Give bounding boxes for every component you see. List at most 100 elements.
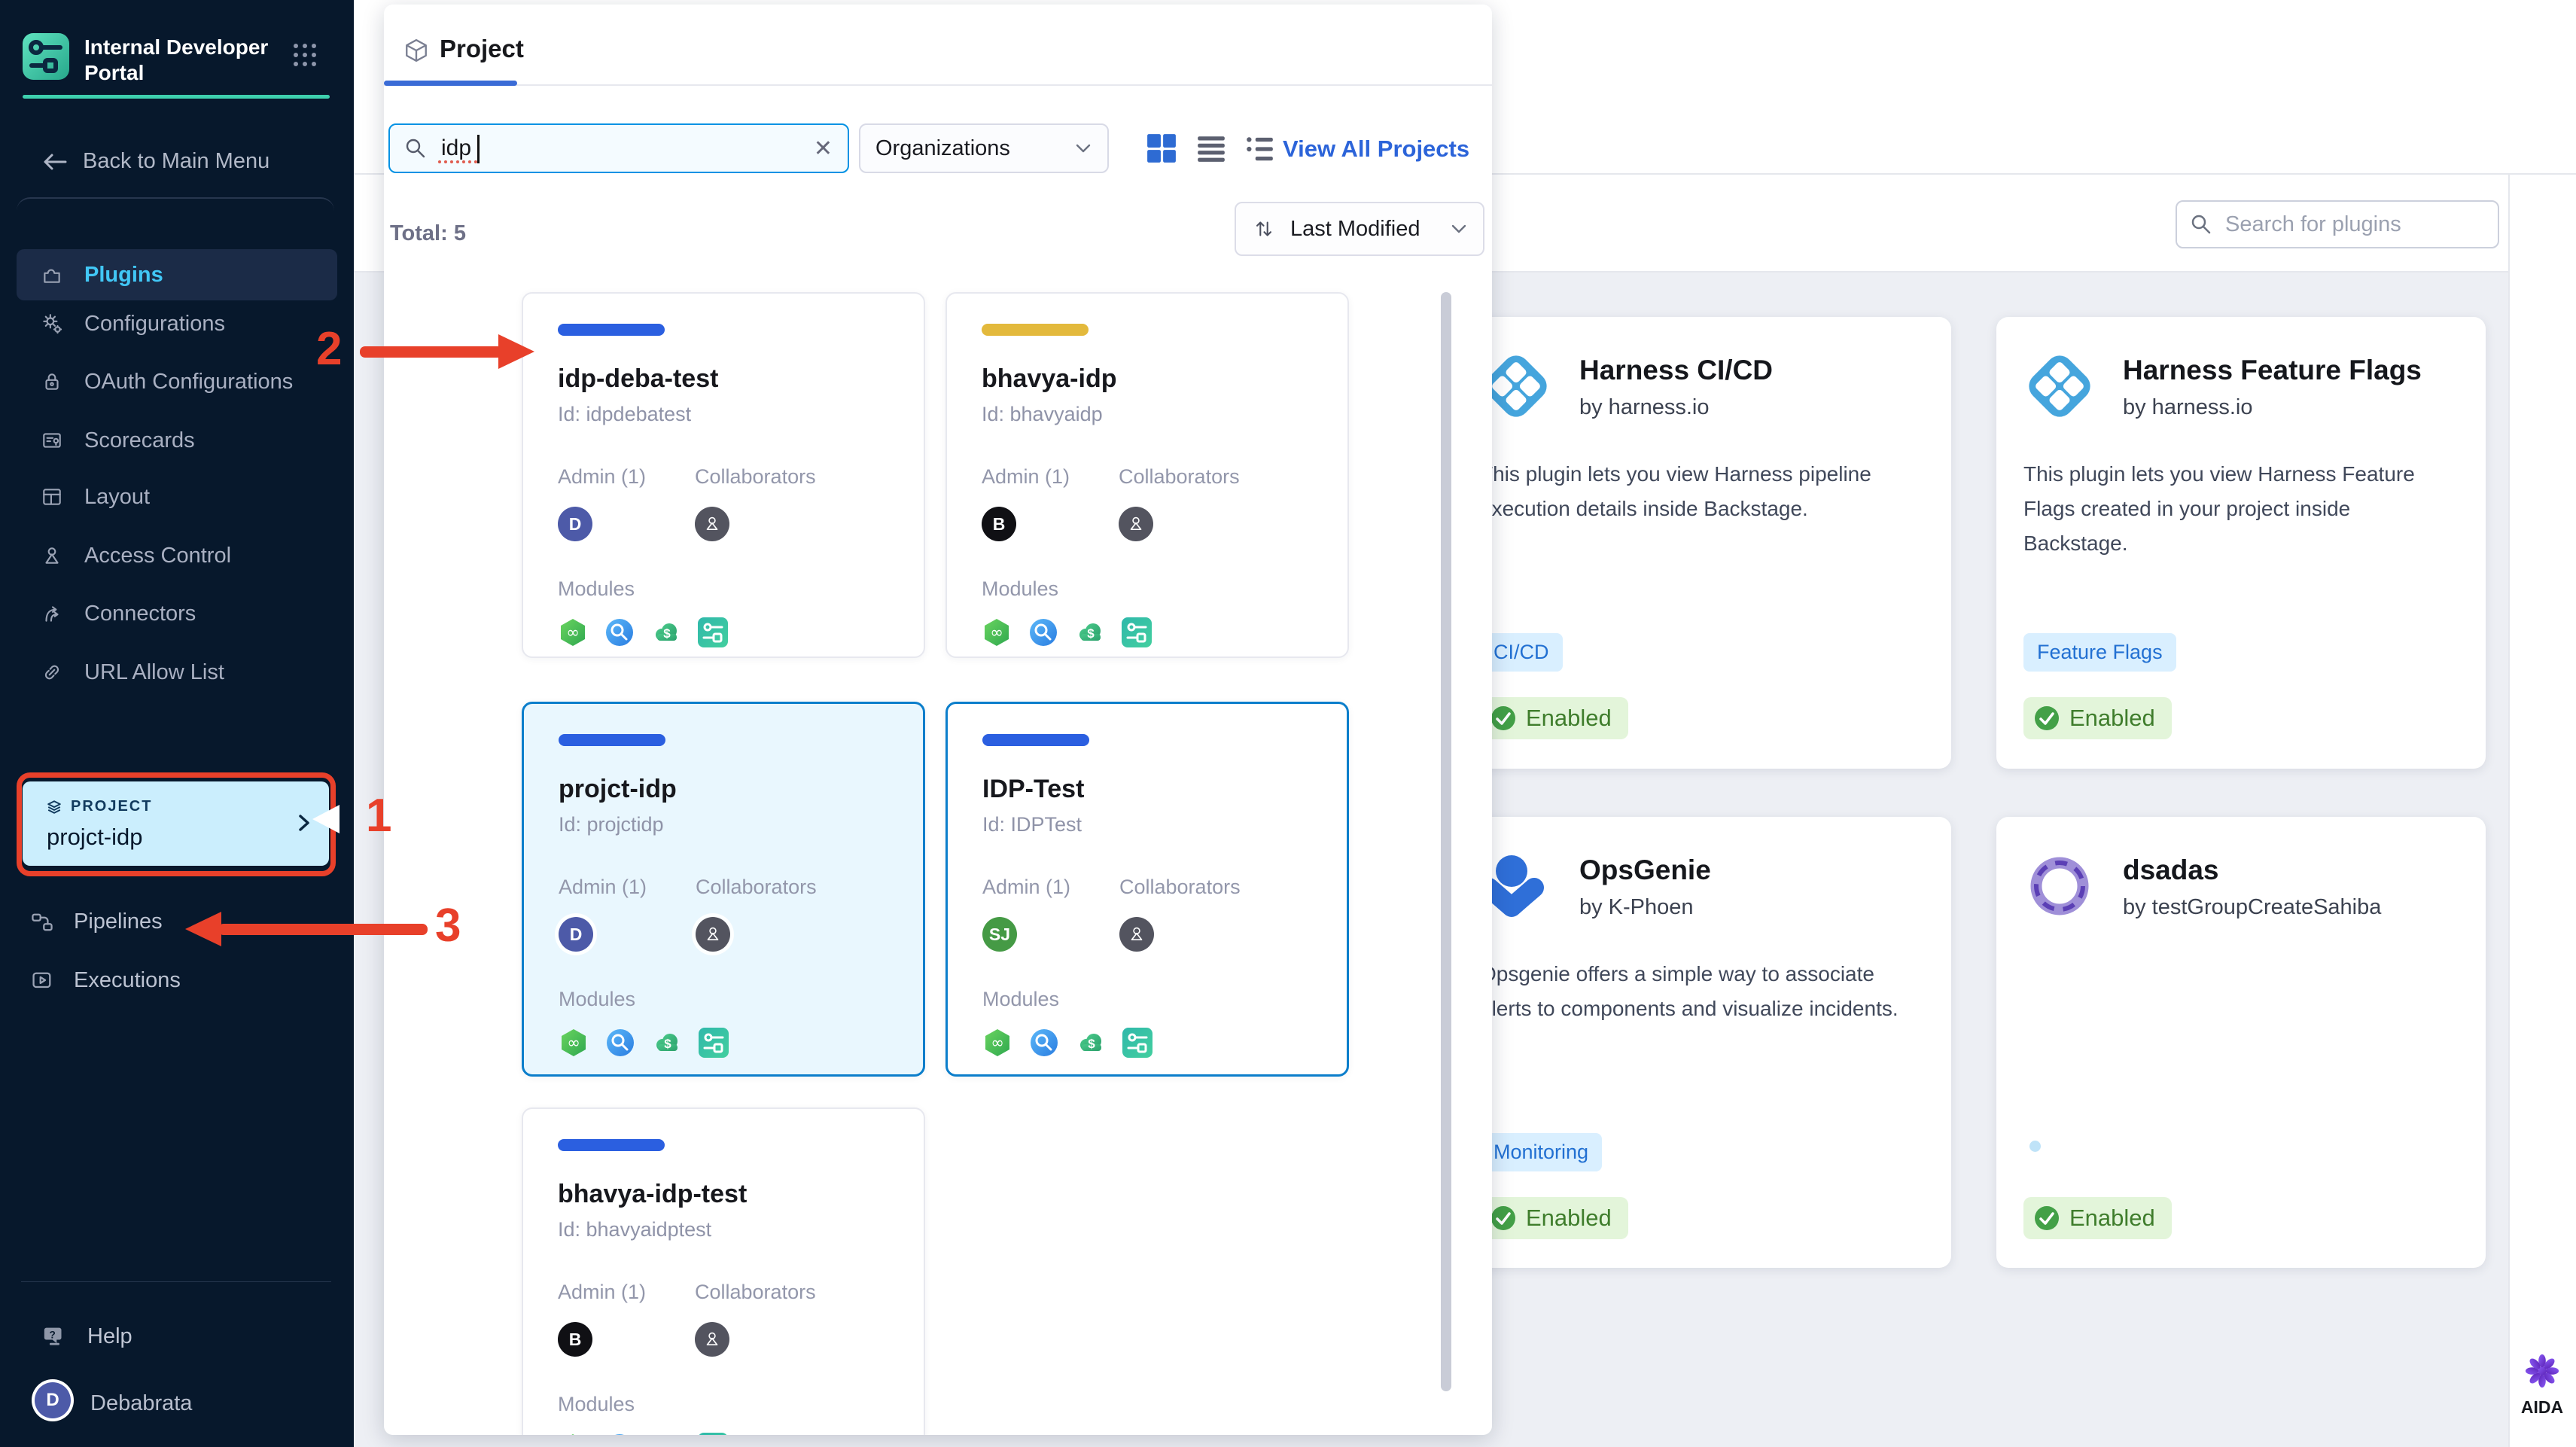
project-search-field[interactable]: ✕	[388, 123, 849, 173]
ci-module-icon: ∞	[558, 617, 588, 647]
admin-avatar: B	[558, 1322, 592, 1357]
annotation-arrow-2-shaft	[360, 346, 503, 358]
project-name: idp-deba-test	[558, 364, 719, 393]
sidebar: Internal Developer Portal Back to Main Me…	[0, 0, 354, 1447]
svg-text:?: ?	[49, 1329, 55, 1340]
admin-label: Admin (1)	[982, 876, 1071, 898]
menu-group-border	[17, 197, 334, 221]
project-card-bhavya-idp[interactable]: bhavya-idp Id: bhavyaidp Admin (1) B Col…	[945, 292, 1349, 658]
project-id: Id: bhavyaidp	[982, 403, 1103, 425]
chevron-down-icon	[1074, 142, 1092, 154]
list-view-icon[interactable]	[1195, 133, 1227, 164]
sidebar-item-connectors[interactable]: Connectors	[17, 593, 337, 635]
project-id: Id: projctidp	[559, 813, 664, 836]
admin-label: Admin (1)	[558, 465, 647, 488]
admin-label: Admin (1)	[982, 465, 1070, 488]
project-name: bhavya-idp	[982, 364, 1117, 393]
text-caret	[477, 135, 480, 163]
cloud-cost-module-icon: $	[1076, 1028, 1106, 1058]
view-all-projects-link[interactable]: View All Projects	[1283, 136, 1469, 163]
sidebar-item-layout[interactable]: Layout	[17, 476, 337, 518]
sto-module-icon	[604, 1433, 635, 1435]
grid-view-icon[interactable]	[1146, 133, 1177, 164]
project-search-input[interactable]	[440, 135, 774, 162]
card-accent-bar	[982, 734, 1089, 746]
sidebar-item-scorecards[interactable]: Scorecards	[17, 419, 337, 462]
lock-icon	[41, 370, 63, 393]
plugin-title: dsadas	[2123, 854, 2219, 885]
project-name: projct-idp	[559, 775, 677, 803]
help-button[interactable]: ? Help	[42, 1324, 132, 1349]
annotation-arrow-3-shaft	[218, 924, 428, 935]
annotation-number-1: 1	[366, 790, 392, 842]
plugin-card-harness-feature-flags[interactable]: Harness Feature Flags by harness.io This…	[1996, 317, 2486, 769]
admin-avatar: D	[559, 917, 593, 952]
plugin-category-badge: Monitoring	[1480, 1133, 1603, 1171]
project-card-bhavya-idp-test[interactable]: bhavya-idp-test Id: bhavyaidptest Admin …	[522, 1107, 925, 1435]
plugin-description: This plugin lets you view Harness Featur…	[2023, 462, 2415, 555]
user-name: Debabrata	[90, 1391, 193, 1415]
scorecard-icon	[41, 429, 63, 452]
dsadas-logo-icon	[2023, 850, 2096, 922]
sidebar-item-executions[interactable]: Executions	[30, 968, 181, 993]
plugin-card-opsgenie[interactable]: OpsGenie by K-Phoen Opsgenie offers a si…	[1453, 817, 1951, 1268]
tab-project[interactable]: Project	[440, 35, 524, 63]
ci-module-icon: ∞	[982, 617, 1012, 647]
plugins-search-input[interactable]	[2224, 211, 2483, 238]
sto-module-icon	[1029, 1028, 1059, 1058]
check-icon	[1490, 705, 1516, 731]
project-id: Id: idpdebatest	[558, 403, 692, 425]
project-card-idp-deba-test[interactable]: idp-deba-test Id: idpdebatest Admin (1) …	[522, 292, 925, 658]
project-id: Id: IDPTest	[982, 813, 1082, 836]
plugin-card-harness-cicd[interactable]: Harness CI/CD by harness.io This plugin …	[1453, 317, 1951, 769]
sidebar-item-access-control[interactable]: Access Control	[17, 535, 337, 577]
sidebar-item-pipelines[interactable]: Pipelines	[30, 909, 163, 934]
plugin-author: by harness.io	[2123, 395, 2253, 419]
annotation-arrow-3-head	[185, 912, 221, 946]
back-to-main-menu[interactable]: Back to Main Menu	[42, 149, 269, 174]
svg-text:$: $	[1087, 626, 1095, 641]
plugin-category-badge: CI/CD	[1480, 633, 1563, 672]
sto-module-icon	[604, 617, 635, 647]
sidebar-item-plugins[interactable]: Plugins	[17, 249, 337, 300]
cloud-cost-module-icon: $	[1075, 617, 1105, 647]
plugin-card-dsadas[interactable]: dsadas by testGroupCreateSahiba Enabled	[1996, 817, 2486, 1268]
tree-view-icon[interactable]	[1244, 133, 1275, 164]
idp-logo-icon	[23, 33, 69, 80]
app-title: Internal Developer Portal	[84, 35, 269, 84]
check-icon	[2034, 705, 2060, 731]
plugin-title: Harness Feature Flags	[2123, 355, 2422, 385]
person-icon	[41, 544, 63, 567]
annotation-number-3: 3	[435, 900, 461, 952]
plugin-category-badge: Feature Flags	[2023, 633, 2176, 672]
admin-label: Admin (1)	[559, 876, 647, 898]
check-icon	[2034, 1205, 2060, 1231]
plugin-author: by harness.io	[1579, 395, 1710, 419]
card-accent-bar	[559, 734, 665, 746]
ci-module-icon: ∞	[982, 1028, 1012, 1058]
sidebar-item-configurations[interactable]: Configurations	[17, 303, 337, 345]
link-icon	[41, 661, 63, 684]
modal-scrollbar[interactable]	[1441, 292, 1451, 1391]
modules-label: Modules	[982, 988, 1060, 1010]
branch-arrows-icon	[41, 602, 63, 625]
project-card-projct-idp[interactable]: projct-idp Id: projctidp Admin (1) D Col…	[522, 702, 925, 1077]
sort-dropdown[interactable]: Last Modified	[1235, 202, 1484, 256]
user-avatar[interactable]: D	[35, 1382, 71, 1418]
card-accent-bar	[558, 324, 665, 336]
sidebar-item-url-allow-list[interactable]: URL Allow List	[17, 651, 337, 693]
plugins-search-field[interactable]	[2176, 200, 2499, 248]
aida-icon[interactable]	[2525, 1354, 2559, 1388]
tab-divider	[384, 84, 1492, 86]
spellcheck-underline	[438, 160, 477, 163]
annotation-box-1-pointer	[312, 805, 340, 833]
app-switcher-icon[interactable]	[291, 41, 319, 69]
sidebar-item-oauth-configurations[interactable]: OAuth Configurations	[17, 361, 337, 403]
play-icon	[30, 969, 54, 993]
search-icon	[403, 136, 428, 160]
admin-avatar: SJ	[982, 917, 1017, 952]
project-card-idp-test[interactable]: IDP-Test Id: IDPTest Admin (1) SJ Collab…	[945, 702, 1349, 1077]
collaborators-label: Collaborators	[695, 1281, 816, 1303]
organizations-filter[interactable]: Organizations	[859, 123, 1109, 173]
clear-search-icon[interactable]: ✕	[814, 136, 833, 162]
